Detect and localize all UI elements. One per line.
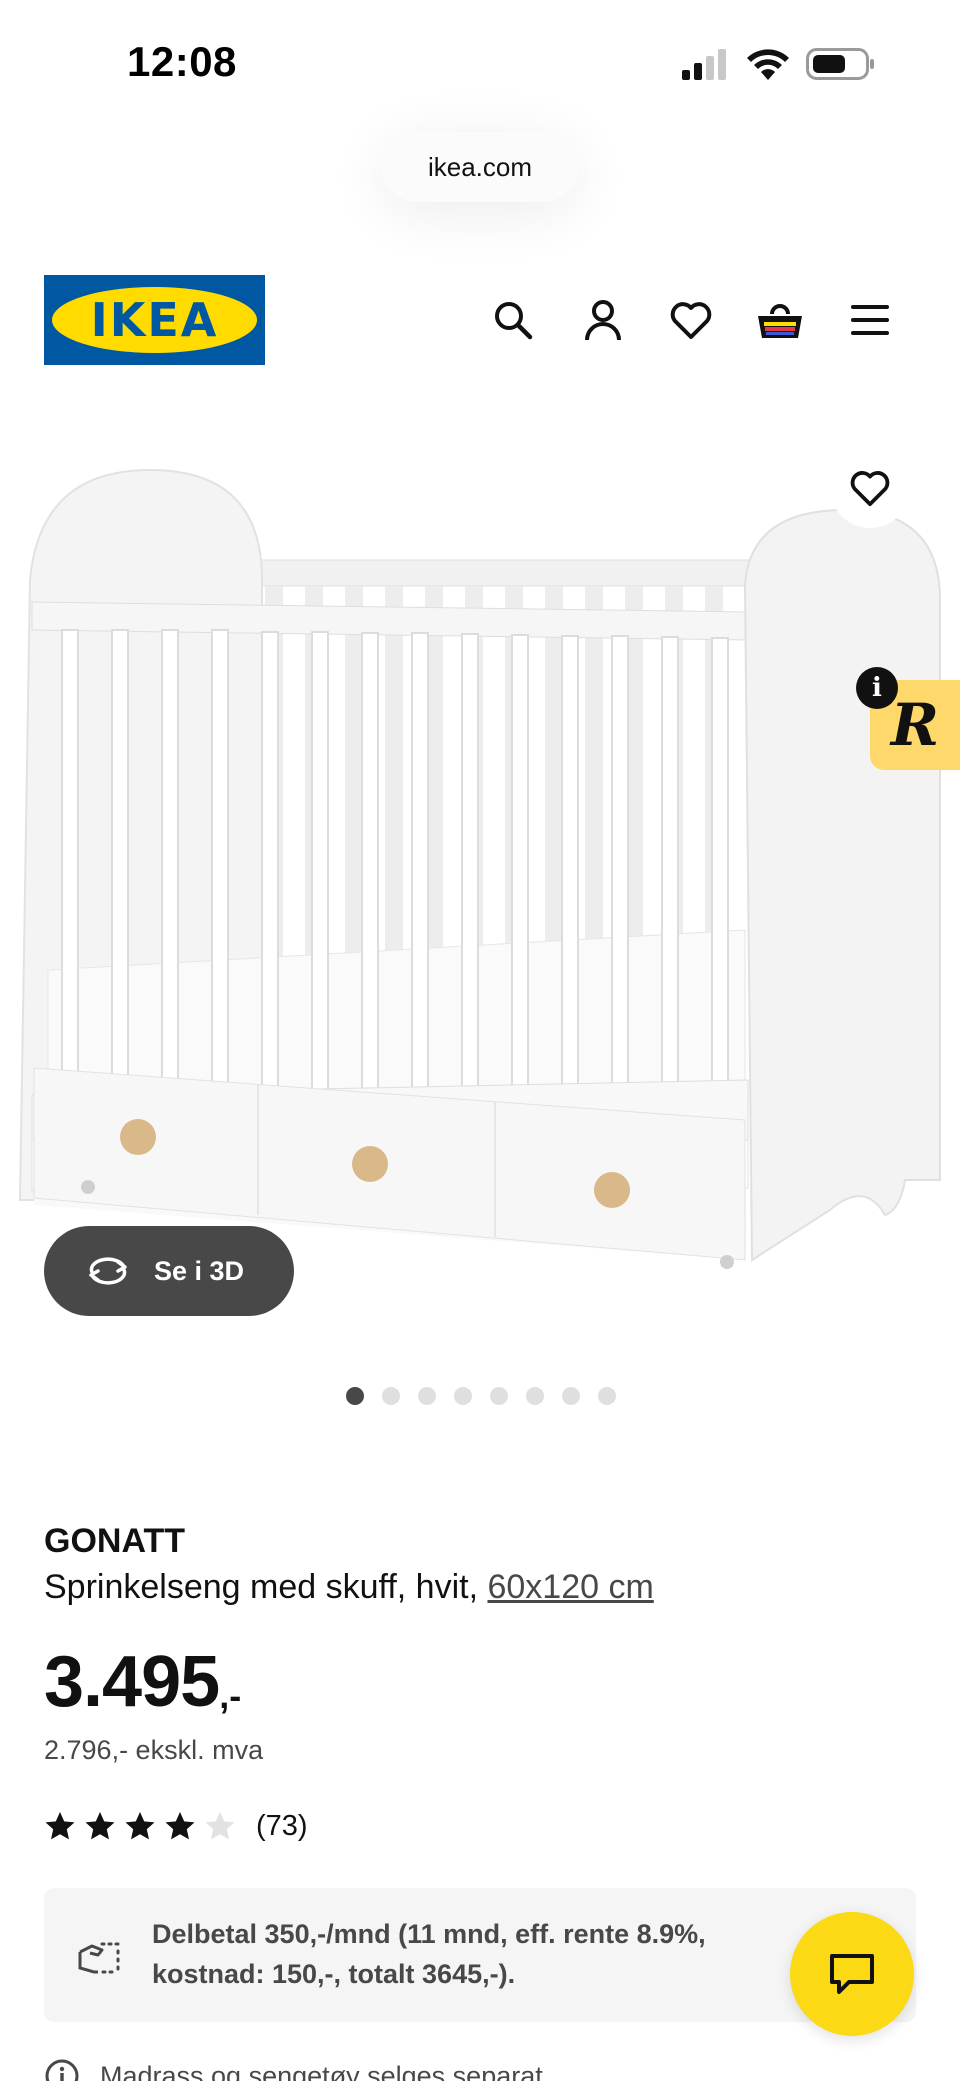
mattress-note: Madrass og sengetøy selges separat	[44, 2056, 543, 2081]
carousel-dot[interactable]	[526, 1387, 544, 1405]
battery-icon	[806, 48, 874, 80]
wifi-icon	[747, 49, 789, 80]
cellular-signal-icon	[682, 49, 726, 80]
product-image[interactable]	[0, 440, 960, 1320]
badge-letter: R	[890, 691, 940, 759]
star-filled-icon	[85, 1812, 115, 1840]
carousel-dot[interactable]	[454, 1387, 472, 1405]
logo-wordmark: IKEA	[90, 293, 219, 347]
price-ex-vat: 2.796,- ekskl. mva	[44, 1735, 264, 1765]
carousel-dot[interactable]	[382, 1387, 400, 1405]
product-description-text: Sprinkelseng med skuff, hvit,	[44, 1568, 488, 1606]
add-to-favorites-button[interactable]	[830, 448, 910, 528]
info-icon[interactable]: i	[856, 667, 898, 709]
chat-icon	[830, 1954, 874, 1994]
carousel-dot[interactable]	[346, 1387, 364, 1405]
star-filled-icon	[125, 1812, 155, 1840]
menu-icon[interactable]	[842, 292, 898, 348]
status-bar: 12:08	[0, 0, 960, 130]
star-filled-icon	[165, 1812, 195, 1840]
status-time: 12:08	[127, 38, 237, 85]
financing-text: Delbetal 350,-/mnd (11 mnd, eff. rente 8…	[152, 1919, 706, 1989]
ikea-logo[interactable]: IKEA	[44, 275, 265, 365]
carousel-dot[interactable]	[490, 1387, 508, 1405]
product-description: Sprinkelseng med skuff, hvit, 60x120 cm	[44, 1568, 654, 1607]
crib-illustration	[18, 468, 941, 1269]
product-price: 3.495 ,-	[44, 1640, 241, 1724]
product-size-link[interactable]: 60x120 cm	[487, 1568, 653, 1606]
payment-hand-icon	[78, 1942, 120, 1974]
heart-icon[interactable]	[663, 292, 719, 348]
financing-box[interactable]: Delbetal 350,-/mnd (11 mnd, eff. rente 8…	[44, 1888, 916, 2022]
search-icon[interactable]	[485, 292, 541, 348]
carousel-dot[interactable]	[418, 1387, 436, 1405]
rating-stars	[44, 1810, 236, 1842]
rotate-3d-icon	[89, 1257, 127, 1285]
note-text: Madrass og sengetøy selges separat	[100, 2060, 543, 2081]
view-3d-button[interactable]: Se i 3D	[44, 1226, 294, 1316]
product-name: GONATT	[44, 1522, 186, 1560]
carousel-dot[interactable]	[562, 1387, 580, 1405]
info-letter: i	[872, 673, 882, 703]
account-icon[interactable]	[575, 292, 631, 348]
url-text: ikea.com	[427, 151, 533, 182]
product-rating[interactable]: (73)	[44, 1806, 308, 1846]
chat-button[interactable]	[790, 1912, 914, 2036]
price-amount: 3.495	[44, 1642, 220, 1722]
site-header: IKEA	[0, 270, 960, 370]
view-3d-label: Se i 3D	[154, 1255, 245, 1286]
price-suffix: ,-	[219, 1675, 242, 1716]
info-circle-icon	[45, 2059, 79, 2081]
review-count: (73)	[256, 1809, 308, 1842]
star-filled-icon	[45, 1812, 75, 1840]
heart-icon	[850, 471, 890, 507]
star-empty-icon	[205, 1812, 235, 1840]
carousel-dot[interactable]	[598, 1387, 616, 1405]
address-bar[interactable]: ikea.com	[382, 132, 578, 202]
cart-icon[interactable]	[752, 292, 808, 348]
image-carousel-dots	[346, 1387, 616, 1405]
